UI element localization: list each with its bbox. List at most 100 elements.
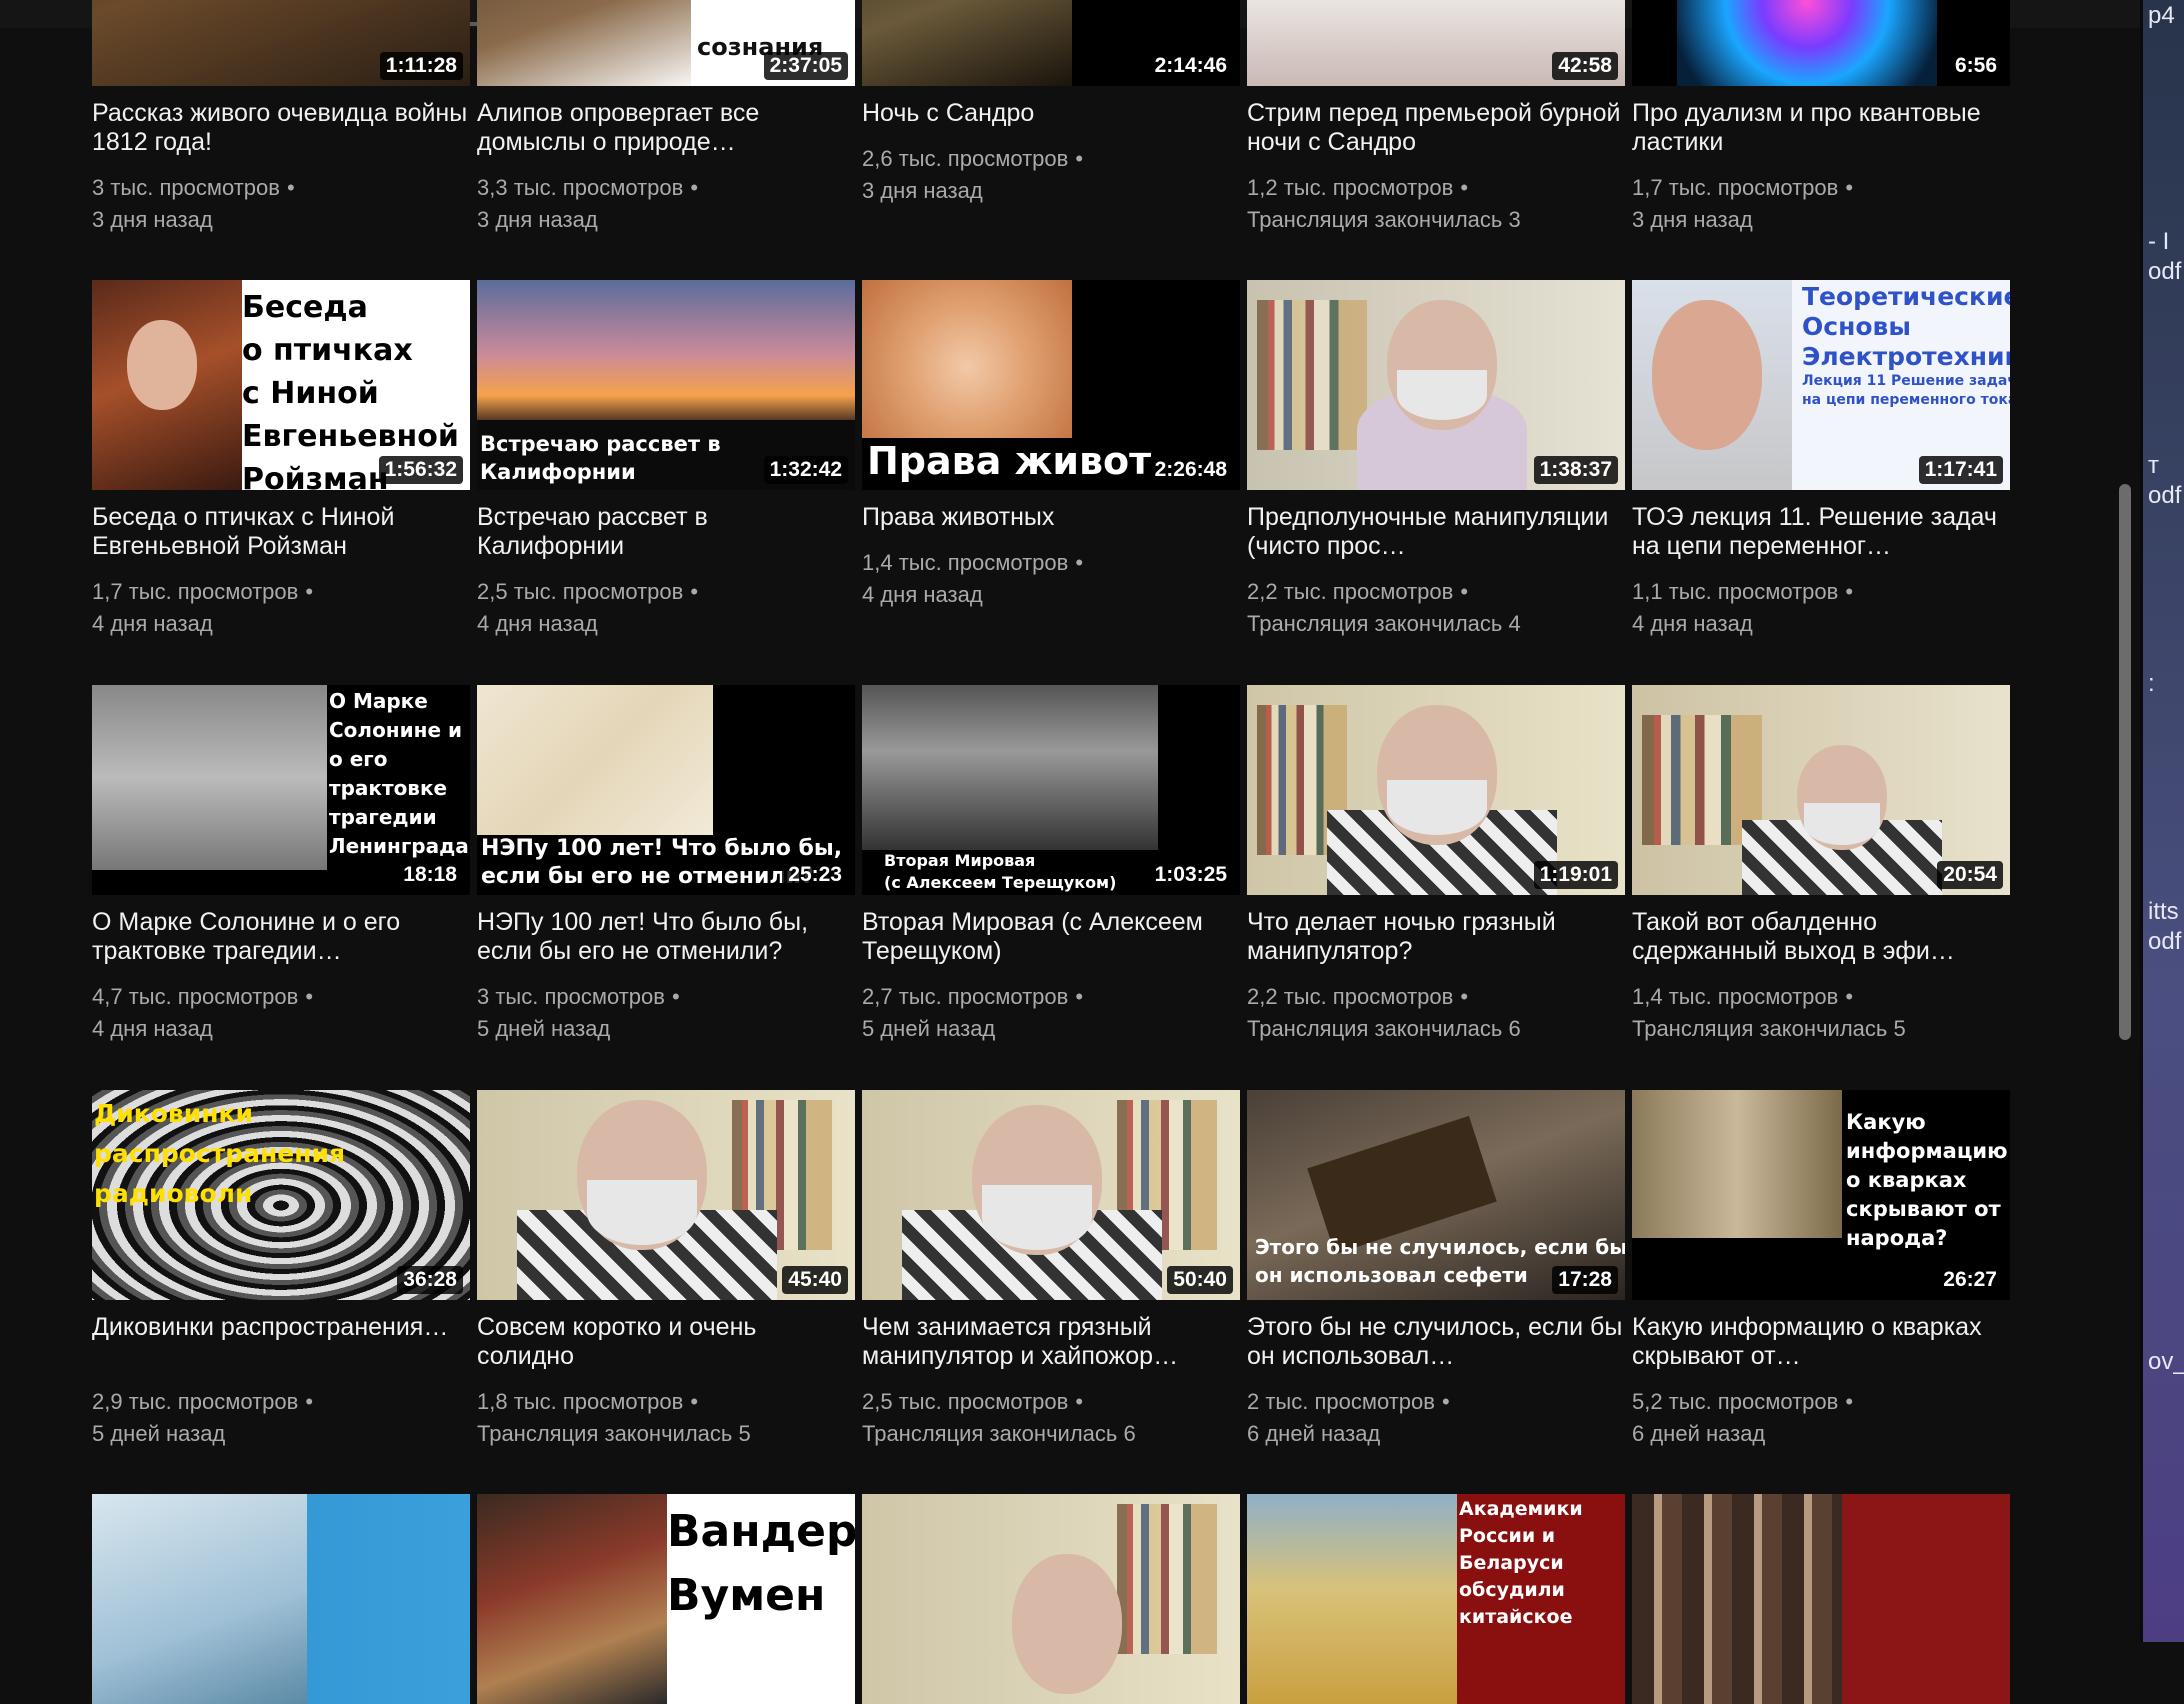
strip-text: odf: [2148, 258, 2182, 285]
video-views: 1,4 тыс. просмотров: [1632, 984, 1839, 1009]
video-title[interactable]: Встречаю рассвет в Калифорнии: [477, 503, 855, 561]
scrollbar-thumb[interactable]: [2119, 484, 2131, 1040]
video-thumbnail[interactable]: 1:11:28: [92, 0, 470, 86]
video-title[interactable]: Чем занимается грязный манипулятор и хай…: [862, 1313, 1240, 1371]
video-title[interactable]: Вторая Мировая (с Алексеем Терещуком): [862, 908, 1240, 966]
video-title[interactable]: Диковинки распространения…: [92, 1313, 470, 1371]
video-card[interactable]: 2:14:46 Ночь с Сандро 2,6 тыс. просмотро…: [862, 0, 1240, 207]
video-card[interactable]: Академики России и Беларуси обсудили кит…: [1247, 1494, 1625, 1704]
video-thumbnail[interactable]: 42:58: [1247, 0, 1625, 86]
video-title[interactable]: Беседа о птичках с Ниной Евгеньевной Рой…: [92, 503, 470, 561]
video-title[interactable]: О Марке Солонине и о его трактовке траге…: [92, 908, 470, 966]
video-thumbnail[interactable]: Диковинки распространения радиоволн 36:2…: [92, 1090, 470, 1300]
video-title[interactable]: Про дуализм и про квантовые ластики: [1632, 99, 2010, 157]
separator-dot: •: [1845, 984, 1854, 1009]
video-card[interactable]: Диковинки распространения радиоволн 36:2…: [92, 1090, 470, 1450]
video-card[interactable]: Беседа о птичках с Ниной Евгеньевной Рой…: [92, 280, 470, 640]
video-card[interactable]: [92, 1494, 470, 1704]
video-views: 2,2 тыс. просмотров: [1247, 984, 1454, 1009]
strip-text: itts: [2148, 898, 2179, 925]
video-thumbnail[interactable]: 20:54: [1632, 685, 2010, 895]
video-age: 4 дня назад: [92, 1016, 213, 1041]
thumbnail-photo: [92, 1494, 307, 1704]
video-card[interactable]: Какую информацию о кварках скрывают от н…: [1632, 1090, 2010, 1450]
video-duration: 26:27: [1937, 1266, 2003, 1294]
video-thumbnail[interactable]: 1:19:01: [1247, 685, 1625, 895]
video-card[interactable]: 45:40 Совсем коротко и очень солидно 1,8…: [477, 1090, 855, 1450]
thumbnail-photo: [1632, 1494, 1842, 1704]
thumbnail-photo: [1632, 1090, 1842, 1238]
video-thumbnail[interactable]: Встречаю рассвет в Калифорнии 1:32:42: [477, 280, 855, 490]
video-thumbnail[interactable]: Беседа о птичках с Ниной Евгеньевной Рой…: [92, 280, 470, 490]
video-age: Трансляция закончилась 6: [1247, 1016, 1521, 1041]
video-card[interactable]: 50:40 Чем занимается грязный манипулятор…: [862, 1090, 1240, 1450]
video-title[interactable]: Что делает ночью грязный манипулятор?: [1247, 908, 1625, 966]
video-thumbnail[interactable]: [92, 1494, 470, 1704]
video-duration: 18:18: [397, 861, 463, 889]
video-thumbnail[interactable]: [862, 1494, 1240, 1704]
video-card[interactable]: О Марке Солонине и о его трактовке траге…: [92, 685, 470, 1045]
video-card[interactable]: сознания 2:37:05 Алипов опровергает все …: [477, 0, 855, 236]
video-card[interactable]: 1:19:01 Что делает ночью грязный манипул…: [1247, 685, 1625, 1045]
strip-text: odf: [2148, 482, 2182, 509]
video-card[interactable]: Вторая Мировая (с Алексеем Терещуком) 1:…: [862, 685, 1240, 1045]
person-face: [1652, 300, 1762, 450]
video-title[interactable]: Права животных: [862, 503, 1240, 532]
video-duration: 20:54: [1937, 861, 2003, 889]
video-title[interactable]: Ночь с Сандро: [862, 99, 1240, 128]
video-card[interactable]: 42:58 Стрим перед премьерой бурной ночи …: [1247, 0, 1625, 236]
video-card[interactable]: [862, 1494, 1240, 1704]
video-title[interactable]: Такой вот обалденно сдержанный выход в э…: [1632, 908, 2010, 966]
video-title[interactable]: Совсем коротко и очень солидно: [477, 1313, 855, 1371]
video-title[interactable]: ТОЭ лекция 11. Решение задач на цепи пер…: [1632, 503, 2010, 561]
video-duration: 1:56:32: [378, 456, 463, 484]
video-thumbnail[interactable]: Этого бы не случилось, если бы он исполь…: [1247, 1090, 1625, 1300]
video-title[interactable]: Стрим перед премьерой бурной ночи с Санд…: [1247, 99, 1625, 157]
video-views: 2,5 тыс. просмотров: [862, 1389, 1069, 1414]
video-thumbnail[interactable]: 1:38:37: [1247, 280, 1625, 490]
video-card[interactable]: Этого бы не случилось, если бы он исполь…: [1247, 1090, 1625, 1450]
video-duration: 1:38:37: [1533, 456, 1618, 484]
video-card[interactable]: Права живот 2:26:48 Права животных 1,4 т…: [862, 280, 1240, 611]
video-card[interactable]: НЭПу 100 лет! Что было бы, если бы его н…: [477, 685, 855, 1045]
video-title[interactable]: Какую информацию о кварках скрывают от…: [1632, 1313, 2010, 1371]
video-thumbnail[interactable]: 45:40: [477, 1090, 855, 1300]
video-title[interactable]: Алипов опровергает все домыслы о природе…: [477, 99, 855, 157]
video-title[interactable]: Рассказ живого очевидца войны 1812 года!: [92, 99, 470, 157]
strip-text: :: [2148, 670, 2155, 697]
video-age: 3 дня назад: [1632, 207, 1753, 232]
thumbnail-photo: [862, 0, 1072, 86]
video-views: 2,9 тыс. просмотров: [92, 1389, 299, 1414]
thumbnail-overlay-text: Права живот: [867, 439, 1152, 483]
video-card[interactable]: Вандер Вумен: [477, 1494, 855, 1704]
video-thumbnail[interactable]: 2:14:46: [862, 0, 1240, 86]
video-age: Трансляция закончилась 5: [1632, 1016, 1906, 1041]
video-thumbnail[interactable]: НЭПу 100 лет! Что было бы, если бы его н…: [477, 685, 855, 895]
video-thumbnail[interactable]: Вторая Мировая (с Алексеем Терещуком) 1:…: [862, 685, 1240, 895]
video-age: 3 дня назад: [477, 207, 598, 232]
video-thumbnail[interactable]: 50:40: [862, 1090, 1240, 1300]
video-thumbnail[interactable]: Какую информацию о кварках скрывают от н…: [1632, 1090, 2010, 1300]
video-thumbnail[interactable]: О Марке Солонине и о его трактовке траге…: [92, 685, 470, 895]
video-thumbnail[interactable]: [1632, 1494, 2010, 1704]
video-thumbnail[interactable]: 6:56: [1632, 0, 2010, 86]
video-title[interactable]: Предполуночные манипуляции (чисто прос…: [1247, 503, 1625, 561]
video-thumbnail[interactable]: Права живот 2:26:48: [862, 280, 1240, 490]
video-thumbnail[interactable]: Вандер Вумен: [477, 1494, 855, 1704]
video-thumbnail[interactable]: сознания 2:37:05: [477, 0, 855, 86]
video-thumbnail[interactable]: Теоретические Основы Электротехники Лекц…: [1632, 280, 2010, 490]
video-card[interactable]: 6:56 Про дуализм и про квантовые ластики…: [1632, 0, 2010, 236]
video-card[interactable]: Теоретические Основы Электротехники Лекц…: [1632, 280, 2010, 640]
separator-dot: •: [690, 175, 699, 200]
video-title[interactable]: Этого бы не случилось, если бы он исполь…: [1247, 1313, 1625, 1371]
video-title[interactable]: НЭПу 100 лет! Что было бы, если бы его н…: [477, 908, 855, 966]
video-card[interactable]: 1:38:37 Предполуночные манипуляции (чист…: [1247, 280, 1625, 640]
video-card[interactable]: Встречаю рассвет в Калифорнии 1:32:42 Вс…: [477, 280, 855, 640]
video-duration: 1:17:41: [1918, 456, 2003, 484]
video-age: 4 дня назад: [1632, 611, 1753, 636]
video-card[interactable]: 20:54 Такой вот обалденно сдержанный вых…: [1632, 685, 2010, 1045]
video-thumbnail[interactable]: Академики России и Беларуси обсудили кит…: [1247, 1494, 1625, 1704]
video-card[interactable]: [1632, 1494, 2010, 1704]
video-card[interactable]: 1:11:28 Рассказ живого очевидца войны 18…: [92, 0, 470, 236]
video-duration: 45:40: [782, 1266, 848, 1294]
